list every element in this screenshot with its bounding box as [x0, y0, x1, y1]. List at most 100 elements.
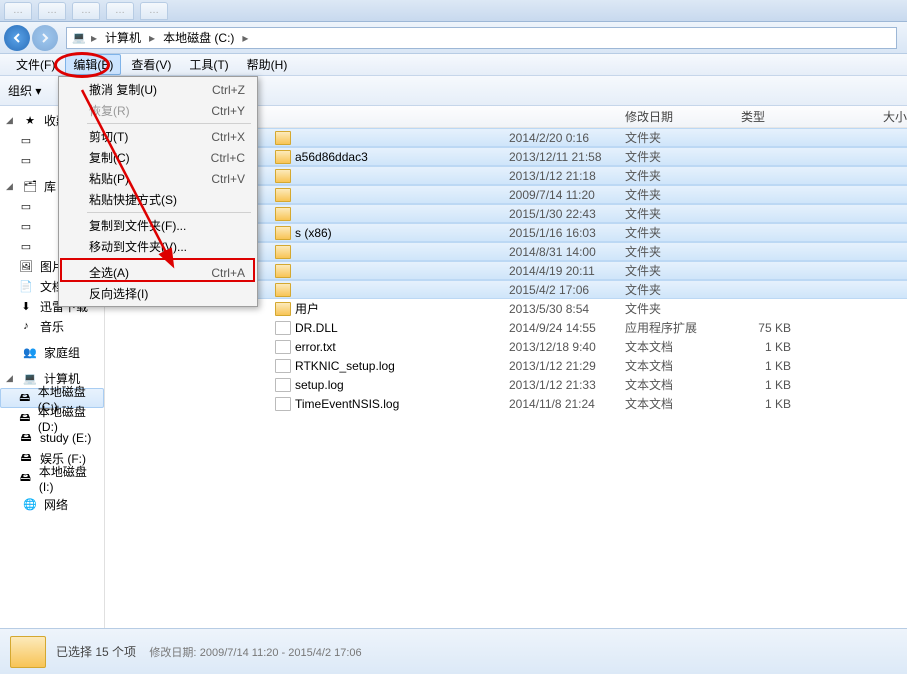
file-icon: [275, 359, 291, 373]
file-type: 文件夹: [625, 300, 731, 317]
folder-icon: [275, 131, 291, 145]
menu-edit[interactable]: 编辑(E): [65, 54, 121, 75]
breadcrumb-computer[interactable]: 计算机: [101, 29, 145, 46]
file-date: 2014/9/24 14:55: [509, 321, 625, 335]
file-type: 文件夹: [625, 262, 731, 279]
chevron-right-icon: ▸: [149, 31, 155, 45]
file-date: 2009/7/14 11:20: [509, 188, 625, 202]
file-row[interactable]: setup.log2013/1/12 21:33文本文档1 KB: [105, 375, 907, 394]
file-date: 2014/4/19 20:11: [509, 264, 625, 278]
tab[interactable]: …: [72, 2, 100, 20]
file-row[interactable]: TimeEventNSIS.log 2014/11/8 21:24文本文档1 KB: [105, 394, 907, 413]
sidebar-item-music[interactable]: ♪音乐: [0, 316, 104, 336]
file-date: 2014/8/31 14:00: [509, 245, 625, 259]
folder-icon: [275, 150, 291, 164]
file-type: 文本文档: [625, 395, 731, 412]
file-name: DR.DLL: [295, 321, 338, 335]
sidebar-drive-i[interactable]: 🖴本地磁盘 (I:): [0, 468, 104, 488]
file-date: 2015/1/30 22:43: [509, 207, 625, 221]
pictures-icon: 🖼: [18, 258, 34, 274]
file-name: 用户: [295, 300, 319, 317]
forward-button[interactable]: [32, 25, 58, 51]
folder-icon: [275, 264, 291, 278]
menu-item: 恢复(R)Ctrl+Y: [61, 100, 255, 121]
menu-separator: [87, 212, 251, 213]
menu-item-label: 恢复(R): [89, 102, 130, 119]
file-size: 1 KB: [731, 397, 791, 411]
browser-tabs: … … … … …: [0, 0, 907, 22]
menu-item-label: 反向选择(I): [89, 285, 148, 302]
status-detail-label: 修改日期:: [149, 647, 196, 659]
back-button[interactable]: [4, 25, 30, 51]
file-name: error.txt: [295, 340, 336, 354]
folder-icon: [275, 245, 291, 259]
sidebar-drive-d[interactable]: 🖴本地磁盘 (D:): [0, 408, 104, 428]
edit-menu-dropdown: 撤消 复制(U) Ctrl+Z 恢复(R)Ctrl+Y 剪切(T) Ctrl+X 复制(C…: [58, 76, 258, 307]
menu-item[interactable]: 粘贴(P)Ctrl+V: [61, 168, 255, 189]
menu-item-label: 剪切(T): [89, 128, 128, 145]
tab[interactable]: …: [4, 2, 32, 20]
file-type: 文件夹: [625, 167, 731, 184]
menu-item[interactable]: 撤消 复制(U) Ctrl+Z: [61, 79, 255, 100]
menu-item-shortcut: Ctrl+Z: [212, 83, 245, 97]
menu-item[interactable]: 复制到文件夹(F)...: [61, 215, 255, 236]
file-row[interactable]: RTKNIC_setup.log2013/1/12 21:29文本文档1 KB: [105, 356, 907, 375]
music-icon: ♪: [18, 318, 34, 334]
menu-item[interactable]: 移动到文件夹(V)...: [61, 236, 255, 257]
menu-item[interactable]: 全选(A)Ctrl+A: [61, 262, 255, 283]
file-date: 2015/4/2 17:06: [509, 283, 625, 297]
download-icon: ⬇: [18, 298, 34, 314]
menu-item[interactable]: 剪切(T) Ctrl+X: [61, 126, 255, 147]
file-row[interactable]: error.txt2013/12/18 9:40文本文档1 KB: [105, 337, 907, 356]
menu-view[interactable]: 查看(V): [123, 54, 179, 75]
menu-item[interactable]: 复制(C)Ctrl+C: [61, 147, 255, 168]
tab[interactable]: …: [140, 2, 168, 20]
col-date[interactable]: 修改日期: [625, 108, 741, 125]
organize-button[interactable]: 组织 ▾: [8, 82, 41, 99]
star-icon: ★: [22, 112, 38, 128]
menu-separator: [87, 259, 251, 260]
file-date: 2014/2/20 0:16: [509, 131, 625, 145]
file-name: TimeEventNSIS.log: [295, 397, 399, 411]
folder-icon: [275, 169, 291, 183]
drive-icon: 💻: [71, 30, 87, 46]
file-icon: [275, 321, 291, 335]
drive-icon: 🖴: [18, 430, 34, 446]
computer-icon: 💻: [22, 370, 38, 386]
menu-item[interactable]: 粘贴快捷方式(S): [61, 189, 255, 210]
file-date: 2013/1/12 21:33: [509, 378, 625, 392]
file-icon: [275, 378, 291, 392]
col-size[interactable]: 大小: [847, 108, 907, 125]
sidebar-network[interactable]: 🌐网络: [0, 494, 104, 514]
menu-file[interactable]: 文件(F): [8, 54, 63, 75]
navigation-bar: 💻 ▸ 计算机 ▸ 本地磁盘 (C:) ▸: [0, 22, 907, 54]
tab[interactable]: …: [38, 2, 66, 20]
file-date: 2014/11/8 21:24: [509, 397, 625, 411]
menu-item-shortcut: Ctrl+A: [211, 266, 245, 280]
file-date: 2015/1/16 16:03: [509, 226, 625, 240]
file-date: 2013/12/18 9:40: [509, 340, 625, 354]
menu-item-shortcut: Ctrl+X: [211, 130, 245, 144]
sidebar-drive-e[interactable]: 🖴study (E:): [0, 428, 104, 448]
tab[interactable]: …: [106, 2, 134, 20]
menu-item-label: 复制到文件夹(F)...: [89, 217, 186, 234]
file-size: 1 KB: [731, 340, 791, 354]
file-type: 文本文档: [625, 357, 731, 374]
menu-item-label: 粘贴(P): [89, 170, 129, 187]
file-row[interactable]: DR.DLL2014/9/24 14:55应用程序扩展75 KB: [105, 318, 907, 337]
file-name: setup.log: [295, 378, 344, 392]
sidebar-homegroup[interactable]: 👥家庭组: [0, 342, 104, 362]
menu-item[interactable]: 反向选择(I): [61, 283, 255, 304]
menu-item-label: 撤消 复制(U): [89, 81, 157, 98]
file-type: 文件夹: [625, 281, 731, 298]
file-date: 2013/1/12 21:18: [509, 169, 625, 183]
breadcrumb-drive-c[interactable]: 本地磁盘 (C:): [159, 29, 238, 46]
address-bar[interactable]: 💻 ▸ 计算机 ▸ 本地磁盘 (C:) ▸: [66, 27, 897, 49]
folder-icon: [275, 302, 291, 316]
drive-icon: 🖴: [18, 470, 33, 486]
drive-icon: 🖴: [18, 450, 34, 466]
menu-help[interactable]: 帮助(H): [239, 54, 296, 75]
col-type[interactable]: 类型: [741, 108, 847, 125]
menu-tools[interactable]: 工具(T): [181, 54, 236, 75]
file-type: 文件夹: [625, 205, 731, 222]
